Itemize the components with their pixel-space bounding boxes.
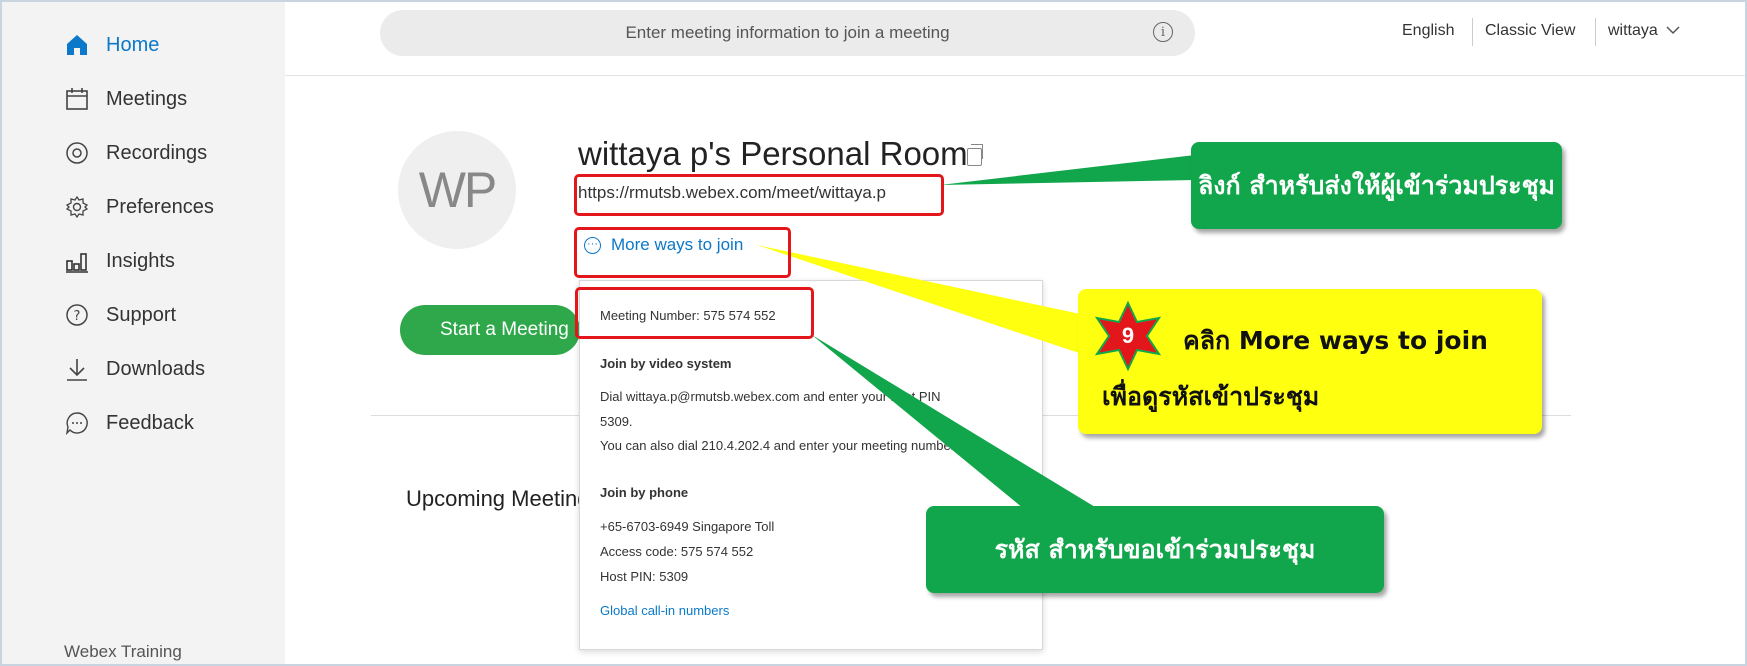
link-highlight-box [574,174,944,216]
code-pointer [812,335,1100,522]
link-pointer [940,155,1195,185]
step-number: 9 [1121,323,1135,348]
link-callout: ลิงก์ สำหรับส่งให้ผู้เข้าร่วมประชุม [1191,142,1562,229]
step-instruction: คลิก More ways to join [1183,326,1488,355]
meeting-number-highlight-box [575,287,814,339]
code-callout: รหัส สำหรับขอเข้าร่วมประชุม [926,506,1384,593]
step-instruction: เพื่อดูรหัสเข้าประชุม [1102,382,1320,411]
more-ways-highlight-box [574,227,791,278]
